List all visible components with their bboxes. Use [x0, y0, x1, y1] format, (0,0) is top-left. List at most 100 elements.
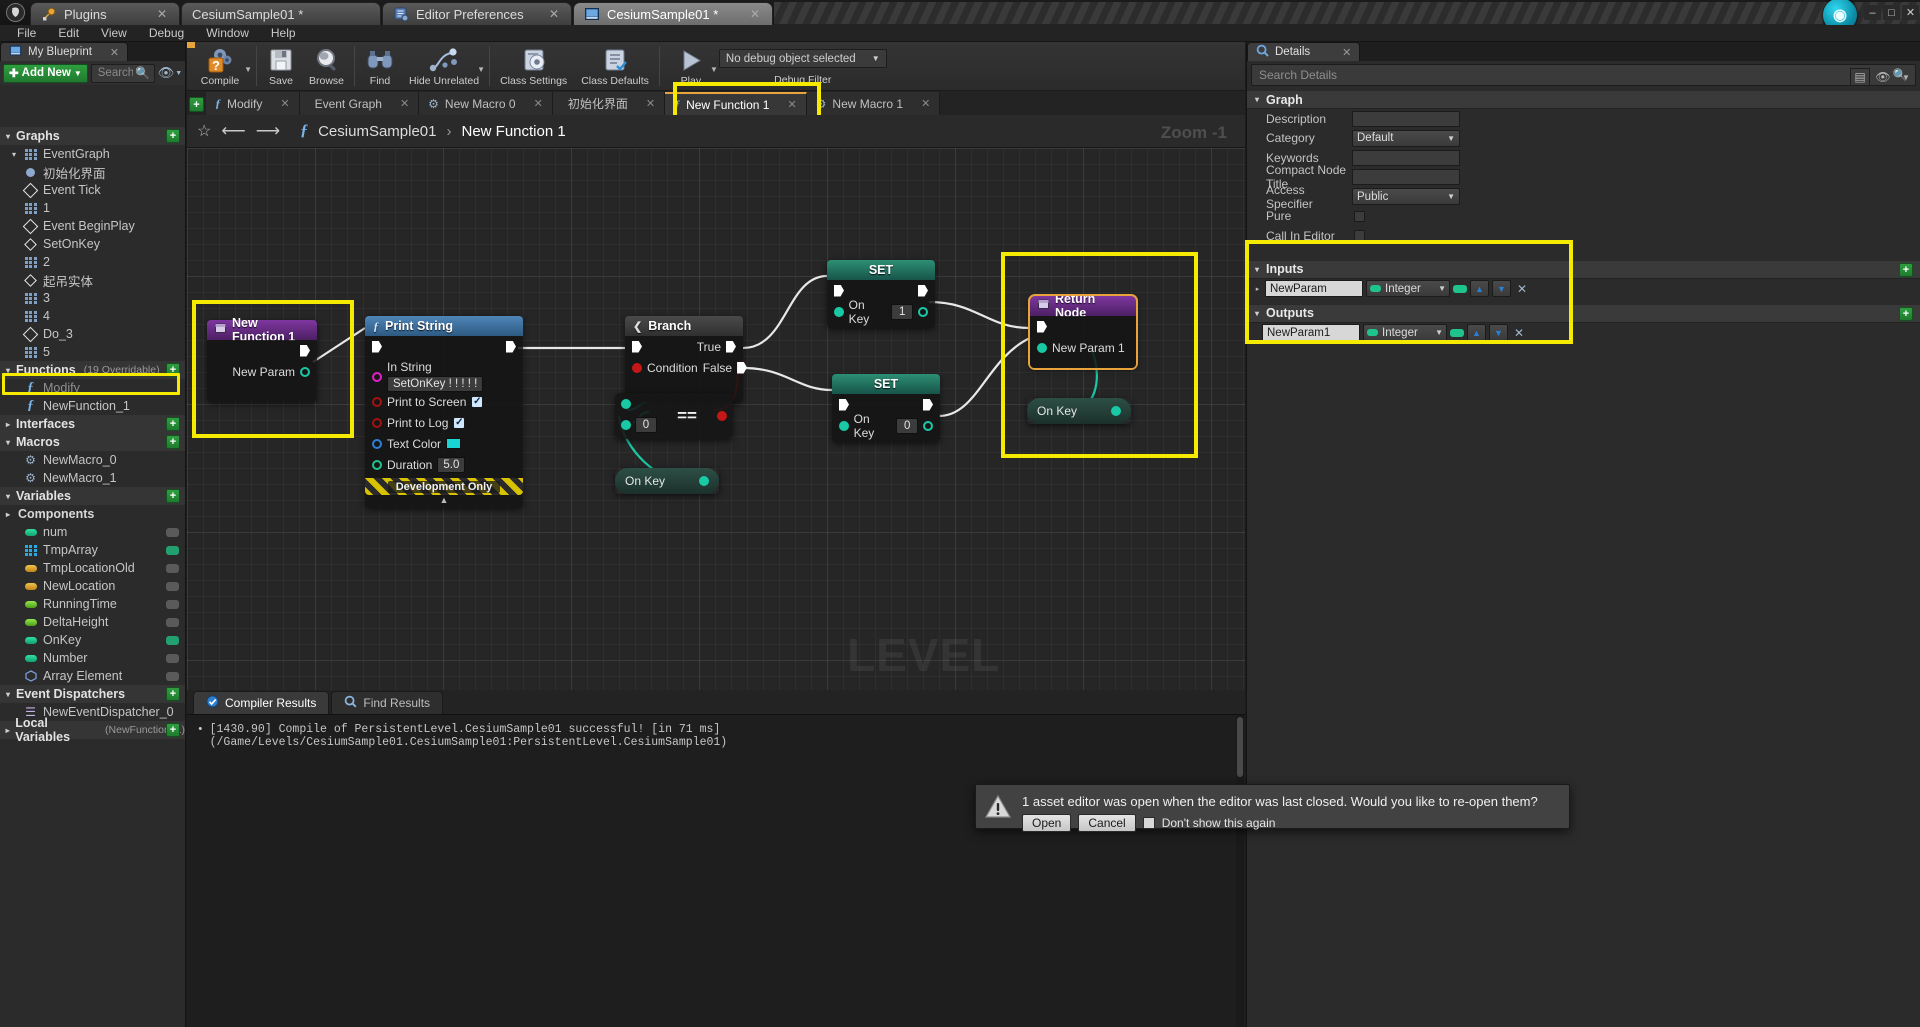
- close-icon[interactable]: ✕: [1342, 46, 1351, 59]
- pin-condition[interactable]: Condition False: [625, 357, 748, 378]
- prop-pure[interactable]: Pure: [1247, 207, 1920, 227]
- menu-window[interactable]: Window: [195, 25, 260, 42]
- cancel-button[interactable]: Cancel: [1078, 814, 1136, 832]
- node-return[interactable]: Return Node New Param 1: [1028, 292, 1138, 370]
- details-section-outputs[interactable]: ▾ Outputs +: [1247, 303, 1920, 323]
- data-pin-icon[interactable]: [1037, 342, 1047, 353]
- tree-item-graph-4[interactable]: 4: [0, 307, 185, 325]
- data-pin-icon[interactable]: [372, 372, 382, 382]
- favorite-star-icon[interactable]: ☆: [197, 121, 211, 141]
- section-graphs[interactable]: ▾ Graphs +: [0, 127, 185, 145]
- tab-compiler-results[interactable]: Compiler Results: [193, 691, 330, 714]
- grid-view-icon[interactable]: ▤: [1850, 68, 1870, 86]
- close-icon[interactable]: ✕: [143, 7, 167, 21]
- close-icon[interactable]: ✕: [110, 46, 119, 59]
- variable-visibility-toggle[interactable]: [166, 563, 179, 573]
- access-specifier-select[interactable]: Public ▼: [1352, 188, 1460, 206]
- details-search-input[interactable]: [1257, 67, 1890, 83]
- node-equal[interactable]: 0 ==: [615, 393, 733, 439]
- details-section-inputs[interactable]: ▾ Inputs +: [1247, 259, 1920, 279]
- graph-tab-new-macro-1[interactable]: ⚙ New Macro 1 ✕: [806, 92, 941, 115]
- exec-out-pin-icon[interactable]: [737, 361, 748, 374]
- find-button[interactable]: Find: [358, 42, 402, 91]
- compact-node-title-input[interactable]: [1352, 169, 1460, 186]
- add-local-variable-button[interactable]: +: [166, 723, 180, 737]
- add-interface-button[interactable]: +: [166, 417, 180, 431]
- node-print-string[interactable]: ƒ Print String In String SetOnKey ! ! ! …: [365, 316, 523, 508]
- data-pin-icon[interactable]: [300, 366, 310, 377]
- tree-item-var-newlocation[interactable]: NewLocation: [0, 577, 185, 595]
- close-icon[interactable]: ✕: [787, 98, 796, 111]
- data-pin-icon[interactable]: [372, 417, 382, 428]
- tree-item-init-ui[interactable]: 初始化界面: [0, 163, 185, 181]
- window-tab-cesiumsample01-blueprint[interactable]: CesiumSample01 * ✕: [573, 2, 773, 25]
- remove-output-button[interactable]: ✕: [1511, 324, 1527, 341]
- section-macros[interactable]: ▾ Macros +: [0, 433, 185, 451]
- tree-item-newfunction-1[interactable]: ƒ NewFunction_1: [0, 397, 185, 415]
- data-pin-icon[interactable]: [699, 476, 709, 486]
- variable-visibility-toggle[interactable]: [166, 617, 179, 627]
- tree-item-var-onkey[interactable]: OnKey: [0, 631, 185, 649]
- close-window-button[interactable]: ✕: [1902, 5, 1919, 20]
- tree-item-setonkey[interactable]: SetOnKey: [0, 235, 185, 253]
- data-pin-icon[interactable]: [372, 459, 382, 470]
- data-pin-icon[interactable]: [839, 420, 849, 431]
- close-icon[interactable]: ✕: [280, 97, 289, 110]
- add-function-button[interactable]: +: [166, 363, 180, 377]
- browse-button[interactable]: Browse: [302, 42, 351, 91]
- tree-item-var-deltaheight[interactable]: DeltaHeight: [0, 613, 185, 631]
- close-icon[interactable]: ✕: [921, 97, 930, 110]
- tree-item-var-array-element[interactable]: Array Element: [0, 667, 185, 685]
- tab-find-results[interactable]: Find Results: [331, 691, 444, 714]
- add-new-button[interactable]: ✚ Add New ▼: [3, 63, 88, 83]
- tree-item-var-number[interactable]: Number: [0, 649, 185, 667]
- node-set-onkey-0[interactable]: SET On Key 0: [832, 374, 940, 442]
- chevron-down-icon[interactable]: ▼: [244, 65, 252, 74]
- output-param-type-select[interactable]: Integer ▼: [1363, 324, 1447, 341]
- prop-category[interactable]: Category Default ▼: [1247, 129, 1920, 149]
- tree-item-graph-3[interactable]: 3: [0, 289, 185, 307]
- chevron-down-icon[interactable]: ▼: [1896, 68, 1916, 86]
- class-defaults-button[interactable]: Class Defaults: [574, 42, 656, 91]
- move-input-down-button[interactable]: ▼: [1492, 280, 1511, 297]
- scrollbar-thumb[interactable]: [1237, 717, 1243, 777]
- prop-description[interactable]: Description: [1247, 109, 1920, 129]
- variable-visibility-toggle[interactable]: [166, 653, 179, 663]
- window-tab-plugins[interactable]: Plugins ✕: [30, 2, 180, 25]
- tree-item-newmacro-0[interactable]: ⚙ NewMacro_0: [0, 451, 185, 469]
- tree-item-var-runningtime[interactable]: RunningTime: [0, 595, 185, 613]
- description-input[interactable]: [1352, 110, 1460, 127]
- pin-print-to-screen[interactable]: Print to Screen ✓: [365, 391, 523, 412]
- output-param-container-type-button[interactable]: [1450, 328, 1464, 337]
- exec-out-pin-icon[interactable]: [923, 398, 933, 411]
- minimize-button[interactable]: –: [1864, 5, 1881, 20]
- graph-tab-init-ui[interactable]: 初始化界面 ✕: [552, 92, 666, 115]
- output-param-row[interactable]: NewParam1 Integer ▼ ▲ ▼ ✕: [1247, 323, 1920, 343]
- breadcrumb-current[interactable]: New Function 1: [461, 123, 565, 140]
- data-pin-icon[interactable]: [1111, 406, 1121, 416]
- add-input-button[interactable]: +: [1899, 262, 1913, 277]
- window-tab-cesiumsample01-level[interactable]: CesiumSample01 *: [181, 2, 381, 25]
- section-functions[interactable]: ▾ Functions (19 Overridable) +: [0, 361, 185, 379]
- data-pin-icon-out[interactable]: [716, 411, 727, 421]
- chevron-down-icon[interactable]: ▼: [710, 65, 718, 74]
- details-section-graph[interactable]: ▾ Graph: [1247, 90, 1920, 109]
- tree-item-event-tick[interactable]: Event Tick: [0, 181, 185, 199]
- collapse-node-toggle[interactable]: ▲: [365, 495, 523, 506]
- node-branch[interactable]: ❮ Branch True Condition False: [625, 316, 748, 402]
- close-icon[interactable]: ✕: [646, 97, 655, 110]
- window-tab-editor-preferences[interactable]: Editor Preferences ✕: [382, 2, 572, 25]
- pin-exec-out[interactable]: [207, 340, 317, 361]
- exec-out-pin-icon[interactable]: [918, 284, 928, 297]
- node-get-onkey-lower[interactable]: On Key: [615, 468, 719, 494]
- variable-visibility-toggle[interactable]: [166, 581, 179, 591]
- data-pin-out-icon[interactable]: [918, 306, 928, 317]
- exec-pin-icon[interactable]: [300, 344, 310, 357]
- add-graph-button[interactable]: +: [166, 129, 180, 143]
- tree-item-modify[interactable]: ƒ Modify: [0, 379, 185, 397]
- chevron-right-icon[interactable]: ▸: [1253, 285, 1262, 293]
- sidebar-visibility-toggle[interactable]: 👁 ▼: [158, 64, 182, 83]
- tree-item-newmacro-1[interactable]: ⚙ NewMacro_1: [0, 469, 185, 487]
- menu-edit[interactable]: Edit: [47, 25, 90, 42]
- call-in-editor-checkbox[interactable]: [1354, 230, 1365, 242]
